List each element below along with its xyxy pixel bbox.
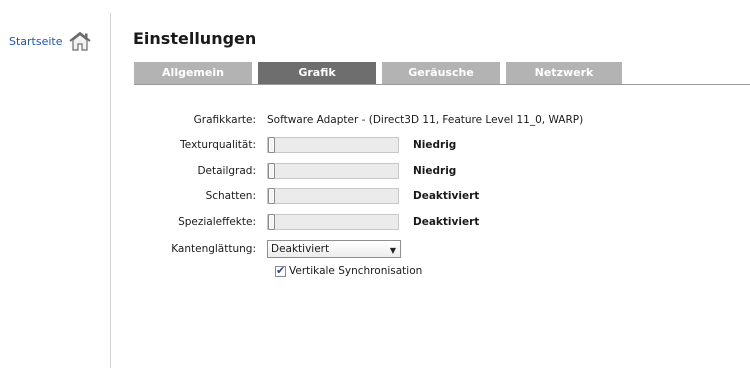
graphics-card-row: Grafikkarte: Software Adapter - (Direct3… xyxy=(134,111,584,129)
antialiasing-select[interactable]: Deaktiviert ▼ xyxy=(267,240,401,258)
vsync-label[interactable]: Vertikale Synchronisation xyxy=(289,265,422,277)
antialiasing-label: Kantenglättung: xyxy=(171,243,256,255)
antialiasing-selected-value: Deaktiviert xyxy=(271,243,330,255)
antialiasing-row: Kantenglättung: Deaktiviert ▼ xyxy=(134,240,401,258)
shadows-label: Schatten: xyxy=(205,190,256,202)
graphics-card-label: Grafikkarte: xyxy=(193,114,256,126)
home-label[interactable]: Startseite xyxy=(9,35,63,48)
shadows-thumb[interactable] xyxy=(268,188,275,204)
detail-level-status: Niedrig xyxy=(413,165,457,177)
graphics-card-value: Software Adapter - (Direct3D 11, Feature… xyxy=(267,114,584,126)
special-effects-slider[interactable] xyxy=(267,214,399,230)
shadows-slider[interactable] xyxy=(267,188,399,204)
chevron-down-icon[interactable]: ▼ xyxy=(390,243,396,259)
detail-level-thumb[interactable] xyxy=(268,163,275,179)
tab-underline xyxy=(134,84,750,85)
detail-level-label: Detailgrad: xyxy=(197,165,256,177)
tab-allgemein[interactable]: Allgemein xyxy=(134,62,252,84)
vsync-checkbox[interactable]: ✔ xyxy=(275,263,286,277)
special-effects-label: Spezialeffekte: xyxy=(178,216,256,228)
texture-quality-row: Texturqualität: Niedrig xyxy=(134,136,456,154)
shadows-row: Schatten: Deaktiviert xyxy=(134,187,479,205)
detail-level-row: Detailgrad: Niedrig xyxy=(134,162,456,180)
page-title: Einstellungen xyxy=(133,29,257,48)
home-link[interactable]: Startseite xyxy=(9,31,91,51)
vsync-row: ✔ Vertikale Synchronisation xyxy=(275,263,422,277)
detail-level-slider[interactable] xyxy=(267,163,399,179)
shadows-status: Deaktiviert xyxy=(413,190,480,202)
tab-grafik[interactable]: Grafik xyxy=(258,62,376,85)
home-icon[interactable] xyxy=(68,31,91,51)
texture-quality-label: Texturqualität: xyxy=(180,139,256,151)
sidebar-divider xyxy=(110,13,111,368)
tab-netzwerk[interactable]: Netzwerk xyxy=(506,62,622,84)
special-effects-thumb[interactable] xyxy=(268,214,275,230)
special-effects-row: Spezialeffekte: Deaktiviert xyxy=(134,213,479,231)
texture-quality-slider[interactable] xyxy=(267,137,399,153)
texture-quality-thumb[interactable] xyxy=(268,137,275,153)
checkmark-icon: ✔ xyxy=(276,263,286,277)
tab-bar: Allgemein Grafik Geräusche Netzwerk xyxy=(134,62,750,86)
tab-geraeusche[interactable]: Geräusche xyxy=(382,62,500,84)
texture-quality-status: Niedrig xyxy=(413,139,457,151)
special-effects-status: Deaktiviert xyxy=(413,216,480,228)
